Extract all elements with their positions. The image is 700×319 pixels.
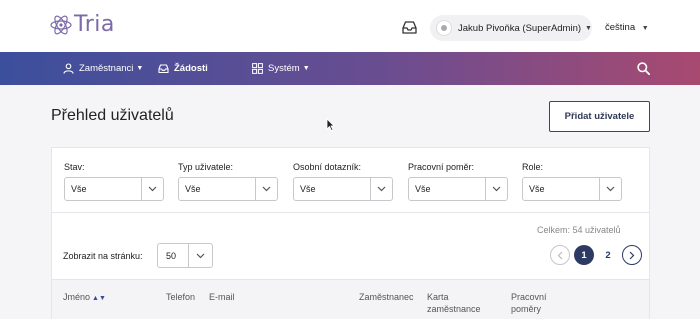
user-menu[interactable]: Jakub Pivoňka (SuperAdmin) ▼: [430, 15, 592, 41]
filter-label: Osobní dotazník:: [293, 162, 362, 172]
chevron-right-icon: [629, 251, 635, 259]
sort-icon[interactable]: ▲▼: [92, 295, 106, 302]
nav-item-system[interactable]: Systém ▼: [252, 52, 310, 85]
select-value: Vše: [71, 184, 87, 194]
nav-item-label: Žádosti: [174, 63, 208, 74]
typ-uzivatele-select[interactable]: Vše: [178, 177, 278, 201]
filter-label: Pracovní poměr:: [408, 162, 475, 172]
previous-page-button[interactable]: [550, 245, 570, 265]
select-value: Vše: [415, 184, 431, 194]
filter-stav: Stav: Vše: [64, 162, 164, 201]
column-header-karta-zamestnance: Karta zaměstnance: [427, 292, 481, 314]
chevron-down-icon: [485, 178, 507, 200]
chevron-down-icon: [188, 244, 212, 267]
filter-typ-uzivatele: Typ uživatele: Vše: [178, 162, 278, 201]
pracovni-pomer-select[interactable]: Vše: [408, 177, 508, 201]
divider: [52, 212, 649, 213]
page-title: Přehled uživatelů: [51, 107, 174, 124]
filter-osobni-dotaznik: Osobní dotazník: Vše: [293, 162, 393, 201]
select-value: Vše: [529, 184, 545, 194]
page-button-1[interactable]: 1: [574, 245, 594, 265]
chevron-down-icon: [599, 178, 621, 200]
chevron-down-icon: [141, 178, 163, 200]
column-header-telefon: Telefon: [166, 292, 196, 302]
inbox-icon: [158, 64, 169, 74]
osobni-dotaznik-select[interactable]: Vše: [293, 177, 393, 201]
users-panel: Stav: Vše Typ uživatele: Vše Osobní dota…: [51, 147, 650, 319]
column-header-jmeno[interactable]: Jméno ▲▼: [63, 291, 106, 305]
next-page-button[interactable]: [622, 245, 642, 265]
chevron-down-icon: ▼: [136, 65, 144, 72]
avatar: [436, 20, 452, 36]
role-select[interactable]: Vše: [522, 177, 622, 201]
per-page-label: Zobrazit na stránku:: [63, 251, 143, 261]
filter-pracovni-pomer: Pracovní poměr: Vše: [408, 162, 508, 201]
language-label: čeština: [605, 22, 636, 33]
main-nav: Zaměstnanci ▼ Žádosti Systém ▼: [0, 52, 700, 85]
nav-item-zadosti[interactable]: Žádosti: [158, 52, 208, 85]
select-value: Vše: [300, 184, 316, 194]
pagination: 1 2: [550, 245, 646, 265]
filter-label: Stav:: [64, 162, 85, 172]
nav-item-label: Zaměstnanci: [79, 63, 134, 74]
column-header-email: E-mail: [209, 292, 235, 302]
chevron-left-icon: [557, 251, 563, 259]
add-user-button[interactable]: Přidat uživatele: [549, 101, 650, 132]
chevron-down-icon: ▼: [302, 65, 310, 72]
filter-label: Role:: [522, 162, 544, 172]
column-header-pracovni-pomery: Pracovní poměry: [511, 292, 547, 314]
search-icon[interactable]: [637, 62, 650, 75]
logo[interactable]: Tria: [50, 12, 115, 37]
chevron-down-icon: [255, 178, 277, 200]
atom-logo-icon: [50, 15, 72, 34]
stav-select[interactable]: Vše: [64, 177, 164, 201]
user-name: Jakub Pivoňka (SuperAdmin): [458, 22, 582, 34]
chevron-down-icon: ▼: [585, 24, 592, 32]
column-label: Jméno: [63, 292, 91, 302]
column-header-zamestnanec: Zaměstnanec: [359, 292, 414, 302]
logo-text: Tria: [74, 12, 115, 37]
per-page-select[interactable]: 50: [157, 243, 213, 268]
table-header: Jméno ▲▼ Telefon E-mail Zaměstnanec Karta…: [52, 279, 649, 319]
nav-item-zamestnanci[interactable]: Zaměstnanci ▼: [63, 52, 143, 85]
filter-label: Typ uživatele:: [178, 162, 234, 172]
chevron-down-icon: [370, 178, 392, 200]
grid-icon: [252, 63, 263, 74]
chevron-down-icon: ▼: [641, 25, 649, 32]
page-button-2[interactable]: 2: [598, 245, 618, 265]
total-count: Celkem: 54 uživatelů: [537, 225, 621, 235]
filter-role: Role: Vše: [522, 162, 622, 201]
top-bar: Tria Jakub Pivoňka (SuperAdmin) ▼ češtin…: [0, 0, 700, 52]
language-selector[interactable]: čeština ▼: [605, 22, 649, 33]
select-value: Vše: [185, 184, 201, 194]
mouse-cursor-icon: [326, 118, 335, 131]
nav-item-label: Systém: [268, 63, 300, 74]
select-value: 50: [166, 250, 177, 261]
inbox-icon[interactable]: [401, 19, 418, 36]
person-icon: [63, 63, 74, 74]
